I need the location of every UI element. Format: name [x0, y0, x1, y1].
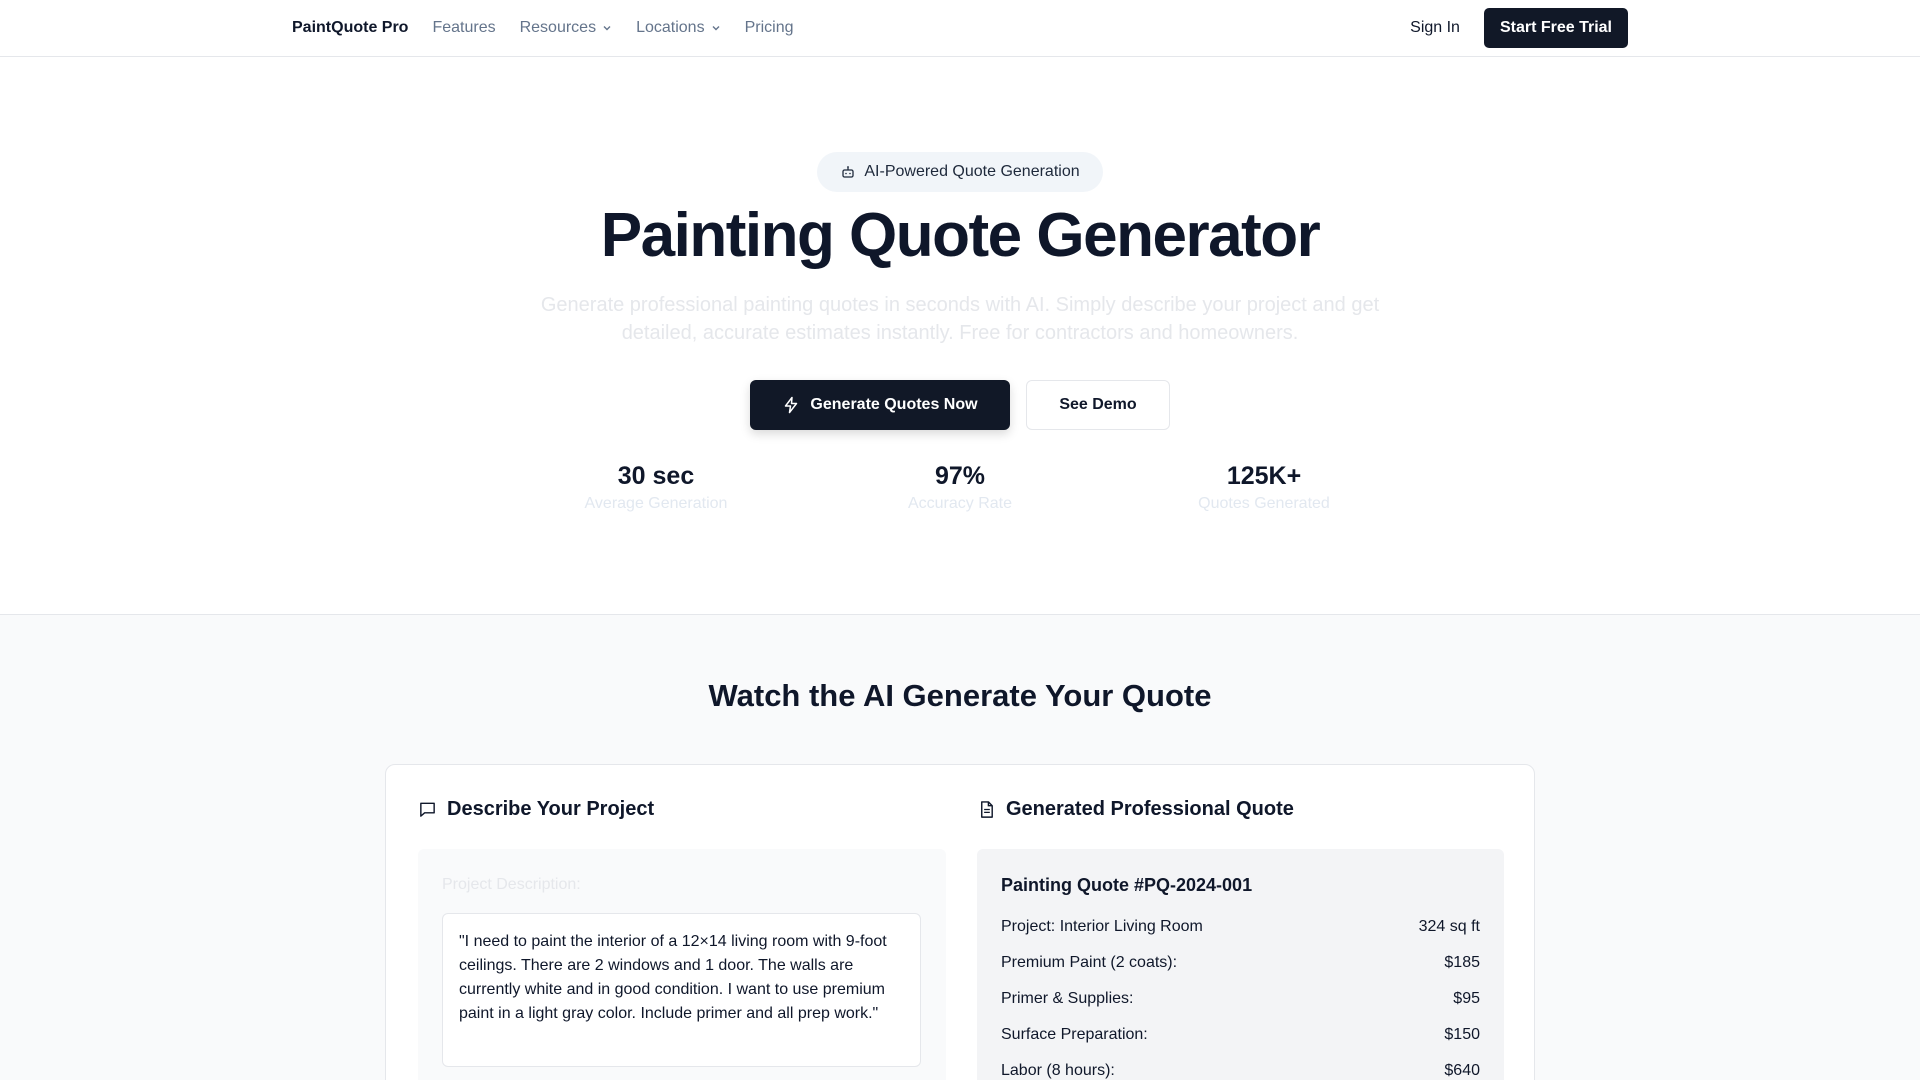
stat-accuracy-rate: 97% Accuracy Rate: [840, 462, 1080, 513]
badge-label: AI-Powered Quote Generation: [864, 163, 1080, 180]
nav-link-label: Locations: [636, 19, 705, 36]
nav-link-pricing[interactable]: Pricing: [745, 19, 794, 37]
robot-icon: [842, 166, 855, 178]
project-input-panel: Project Description: "I need to paint th…: [418, 849, 946, 1080]
stat-label: Average Generation: [584, 495, 728, 512]
project-description-textarea[interactable]: "I need to paint the interior of a 12×14…: [442, 913, 921, 1067]
describe-project-heading: Describe Your Project: [418, 798, 654, 821]
heading-label: Generated Professional Quote: [1006, 798, 1294, 820]
quote-line-item: Premium Paint (2 coats): $185: [1001, 954, 1480, 990]
stat-quotes-generated: 125K+ Quotes Generated: [1144, 462, 1384, 513]
stat-value: 30 sec: [617, 462, 695, 490]
chevron-down-icon: [712, 26, 720, 31]
quote-line-item: Labor (8 hours): $640: [1001, 1062, 1480, 1080]
nav-link-resources[interactable]: Resources: [520, 19, 612, 37]
chevron-down-icon: [603, 26, 611, 31]
generated-quote-heading: Generated Professional Quote: [977, 798, 1294, 821]
line-value: $95: [1453, 990, 1480, 1007]
nav-link-label: Pricing: [744, 19, 794, 36]
document-icon: [981, 801, 993, 818]
see-demo-button[interactable]: See Demo: [1026, 380, 1170, 430]
demo-title: Watch the AI Generate Your Quote: [708, 678, 1212, 713]
quote-line-item: Primer & Supplies: $95: [1001, 990, 1480, 1026]
sign-in-link[interactable]: Sign In: [1410, 19, 1460, 37]
nav-link-label: Features: [432, 19, 496, 36]
quote-output-panel: Painting Quote #PQ-2024-001 Project: Int…: [977, 849, 1504, 1080]
ai-badge: AI-Powered Quote Generation: [817, 152, 1103, 192]
nav-link-features[interactable]: Features: [432, 19, 495, 37]
generate-quotes-button[interactable]: Generate Quotes Now: [750, 380, 1010, 430]
nav-actions: Sign In Start Free Trial: [1410, 8, 1628, 48]
quote-title: Painting Quote #PQ-2024-001: [1001, 875, 1253, 895]
line-label: Labor (8 hours):: [1001, 1062, 1115, 1079]
generate-quotes-label: Generate Quotes Now: [810, 396, 978, 413]
line-value: $185: [1444, 954, 1480, 971]
chat-bubble-icon: [420, 802, 435, 817]
brand-logo[interactable]: PaintQuote Pro: [292, 19, 408, 37]
top-navbar: PaintQuote Pro Features Resources Locati…: [0, 0, 1920, 57]
quote-line-items: Project: Interior Living Room 324 sq ft P…: [1001, 918, 1480, 1080]
hero-section: AI-Powered Quote Generation Painting Quo…: [0, 57, 1920, 614]
heading-label: Describe Your Project: [447, 798, 655, 820]
stat-label: Quotes Generated: [1198, 495, 1330, 512]
page-title: Painting Quote Generator: [600, 201, 1321, 270]
line-label: Premium Paint (2 coats):: [1001, 954, 1178, 971]
demo-section: Watch the AI Generate Your Quote Describ…: [0, 614, 1920, 1080]
hero-buttons: Generate Quotes Now See Demo: [0, 380, 1920, 430]
line-value: 324 sq ft: [1418, 918, 1480, 935]
quote-line-item: Project: Interior Living Room 324 sq ft: [1001, 918, 1480, 954]
line-label: Primer & Supplies:: [1001, 990, 1134, 1007]
nav-link-label: Resources: [519, 19, 597, 36]
demo-card: Describe Your Project Project Descriptio…: [385, 764, 1535, 1080]
stat-label: Accuracy Rate: [907, 495, 1013, 512]
lightning-icon: [785, 396, 798, 414]
stat-value: 125K+: [1226, 462, 1302, 490]
hero-subtitle: Generate professional painting quotes in…: [540, 294, 1380, 344]
quote-line-item: Surface Preparation: $150: [1001, 1026, 1480, 1062]
line-label: Project: Interior Living Room: [1001, 918, 1203, 935]
start-free-trial-button[interactable]: Start Free Trial: [1483, 8, 1628, 48]
stat-average-generation: 30 sec Average Generation: [536, 462, 776, 513]
line-value: $640: [1444, 1062, 1480, 1079]
line-value: $150: [1444, 1026, 1480, 1043]
stat-value: 97%: [934, 462, 986, 490]
nav-link-locations[interactable]: Locations: [636, 19, 721, 37]
project-description-label: Project Description:: [442, 876, 581, 893]
line-label: Surface Preparation:: [1001, 1026, 1148, 1043]
navbar-inner: PaintQuote Pro Features Resources Locati…: [292, 0, 1628, 56]
